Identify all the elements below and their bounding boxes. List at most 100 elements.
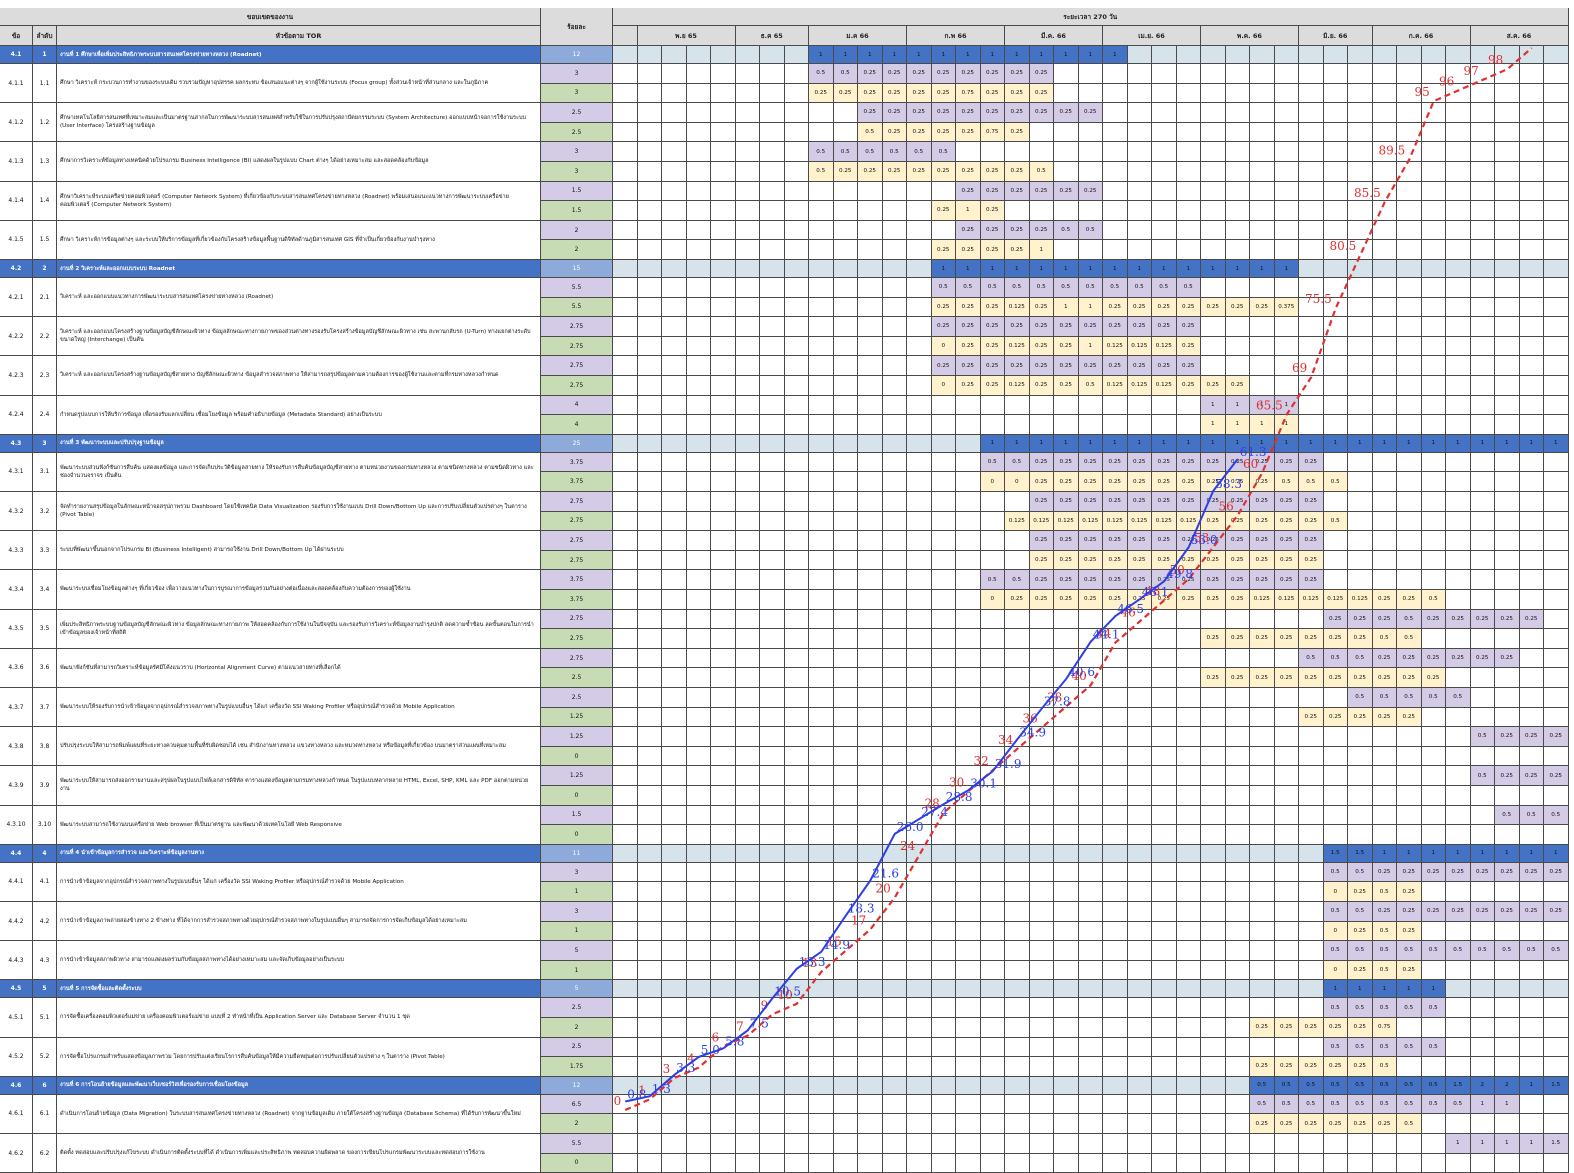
empty-cell xyxy=(662,707,687,728)
empty-cell xyxy=(809,278,834,298)
plan-cell: 0.5 xyxy=(809,64,834,84)
actual-cell: 0.25 xyxy=(1176,376,1201,396)
empty-cell xyxy=(735,317,760,337)
empty-cell xyxy=(1078,1018,1103,1038)
empty-cell xyxy=(882,590,907,610)
actual-percent: 2.5 xyxy=(541,122,613,143)
empty-cell xyxy=(1519,882,1544,902)
empty-cell xyxy=(1274,278,1299,298)
empty-cell xyxy=(1152,1134,1177,1154)
empty-cell xyxy=(686,142,711,162)
actual-cell: 0.25 xyxy=(980,376,1005,396)
plan-cell: 0.25 xyxy=(1152,531,1177,551)
empty-cell xyxy=(1348,531,1373,551)
plan-cell: 0.25 xyxy=(1152,452,1177,473)
actual-cell: 0.125 xyxy=(1323,590,1348,610)
empty-cell xyxy=(809,998,834,1018)
actual-cell: 0.25 xyxy=(931,162,956,182)
empty-cell xyxy=(1372,825,1397,845)
plan-cell: 0.25 xyxy=(1029,492,1054,512)
empty-cell xyxy=(637,882,662,902)
actual-percent: 3.75 xyxy=(541,590,613,610)
actual-cell: 0.25 xyxy=(956,122,981,143)
empty-cell xyxy=(833,472,858,492)
section-band-cell xyxy=(907,434,932,453)
empty-cell xyxy=(907,1057,932,1077)
empty-cell xyxy=(1372,472,1397,492)
empty-cell xyxy=(735,882,760,902)
empty-cell xyxy=(686,550,711,571)
actual-cell: 0.25 xyxy=(1103,590,1128,610)
empty-cell xyxy=(637,64,662,84)
plan-percent: 3.75 xyxy=(541,452,613,473)
empty-cell xyxy=(1299,64,1324,84)
section-seq: 4 xyxy=(33,844,57,863)
actual-cell: 0 xyxy=(980,590,1005,610)
empty-cell xyxy=(1446,472,1471,492)
empty-cell xyxy=(1152,825,1177,845)
empty-cell xyxy=(858,550,883,571)
empty-cell xyxy=(637,122,662,143)
actual-cell: 0.25 xyxy=(1201,590,1226,610)
empty-cell xyxy=(1152,201,1177,221)
empty-cell xyxy=(637,570,662,590)
empty-cell xyxy=(784,356,809,376)
plan-cell: 0.25 xyxy=(1495,902,1520,922)
empty-cell xyxy=(1078,64,1103,84)
section-band-cell xyxy=(784,260,809,278)
plan-cell: 0.5 xyxy=(1299,648,1324,669)
actual-cell: 0.25 xyxy=(1323,1057,1348,1077)
empty-cell xyxy=(613,395,638,416)
plan-cell: 0.25 xyxy=(1127,492,1152,512)
empty-cell xyxy=(858,278,883,298)
plan-cell: 0.25 xyxy=(1470,648,1495,669)
month-header: ส.ค. 66 xyxy=(1470,26,1569,46)
plan-cell: 0.25 xyxy=(1446,862,1471,883)
empty-cell xyxy=(711,609,736,630)
empty-cell xyxy=(1372,395,1397,416)
empty-cell xyxy=(1054,668,1079,688)
empty-cell xyxy=(1250,902,1275,922)
empty-cell xyxy=(809,550,834,571)
empty-cell xyxy=(637,590,662,610)
empty-cell xyxy=(760,201,785,221)
empty-cell xyxy=(1323,220,1348,241)
empty-cell xyxy=(1544,452,1569,473)
plan-cell: 0.5 xyxy=(1348,941,1373,961)
empty-cell xyxy=(1372,103,1397,123)
empty-cell xyxy=(1470,83,1495,104)
plan-cell: 0.25 xyxy=(1250,452,1275,473)
task-seq: 2.1 xyxy=(33,278,57,318)
empty-cell xyxy=(1054,766,1079,786)
empty-cell xyxy=(858,317,883,337)
plan-cell: 1.5 xyxy=(1544,1134,1569,1154)
empty-cell xyxy=(882,297,907,318)
plan-cell: 0.25 xyxy=(956,64,981,84)
empty-cell xyxy=(833,825,858,845)
empty-cell xyxy=(1127,1094,1152,1115)
empty-cell xyxy=(1299,162,1324,182)
empty-cell xyxy=(1176,162,1201,182)
empty-cell xyxy=(1544,181,1569,202)
empty-cell xyxy=(833,707,858,728)
empty-cell xyxy=(784,278,809,298)
empty-cell xyxy=(1397,452,1422,473)
percent-header: ร้อยละ xyxy=(541,8,613,46)
actual-cell: 0.25 xyxy=(1054,336,1079,357)
empty-cell xyxy=(980,998,1005,1018)
empty-cell xyxy=(1470,825,1495,845)
empty-cell xyxy=(1348,201,1373,221)
section-band-cell xyxy=(1078,1076,1103,1095)
empty-cell xyxy=(1421,297,1446,318)
plan-cell: 0.25 xyxy=(980,64,1005,84)
empty-cell xyxy=(760,902,785,922)
task-id: 4.6.1 xyxy=(0,1094,33,1134)
plan-cell: 0.25 xyxy=(1372,609,1397,630)
actual-cell: 0.125 xyxy=(1176,511,1201,532)
empty-cell xyxy=(1029,707,1054,728)
actual-cell: 0.125 xyxy=(1299,590,1324,610)
section-band-cell xyxy=(1054,980,1079,999)
empty-cell xyxy=(1176,825,1201,845)
actual-percent: 4 xyxy=(541,415,613,435)
actual-cell: 0.25 xyxy=(1176,297,1201,318)
